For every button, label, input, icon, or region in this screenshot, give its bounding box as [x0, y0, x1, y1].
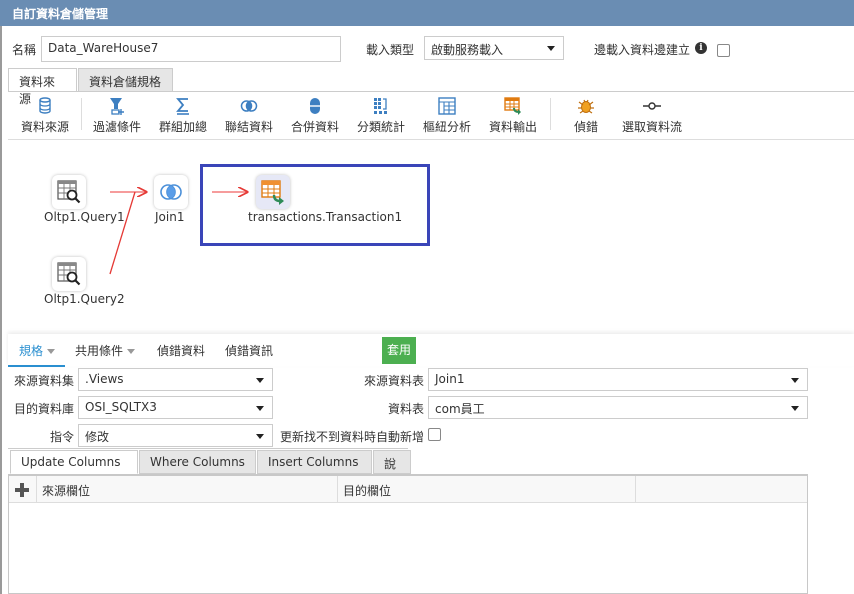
active-tab-indicator	[8, 365, 65, 367]
edge-query2-join	[109, 191, 136, 275]
columns-grid: 來源欄位 目的欄位	[8, 474, 808, 594]
tab-spec[interactable]: 規格	[19, 342, 56, 359]
tab-insert-columns[interactable]: Insert Columns	[257, 450, 372, 474]
spec-tabs: 規格 共用條件 偵錯資料 偵錯資訊	[8, 334, 854, 366]
caret-down-icon	[127, 349, 136, 354]
node-label-query2: Oltp1.Query2	[44, 292, 125, 306]
target-db-label: 目的資料庫	[13, 402, 74, 416]
chevron-down-icon	[256, 378, 264, 383]
target-db-select[interactable]: OSI_SQLTX3	[78, 396, 273, 419]
node-transaction1[interactable]	[256, 175, 290, 209]
tab-shared-conditions[interactable]: 共用條件	[75, 342, 136, 359]
column-header-source: 來源欄位	[37, 476, 338, 503]
add-row-button[interactable]	[9, 476, 37, 503]
column-header-extra	[636, 476, 807, 503]
source-dataset-label: 來源資料集	[13, 374, 74, 388]
tab-where-columns[interactable]: Where Columns	[139, 450, 256, 474]
auto-insert-label: 更新找不到資料時自動新增	[279, 430, 424, 444]
table-export-icon	[261, 180, 284, 205]
command-label: 指令	[49, 430, 74, 444]
command-select[interactable]: 修改	[78, 424, 273, 447]
auto-insert-checkbox[interactable]	[428, 428, 441, 441]
source-dataset-select[interactable]: .Views	[78, 368, 273, 391]
query-table-icon	[57, 262, 81, 286]
table-label: 資料表	[387, 402, 424, 416]
source-dataset-value: .Views	[85, 372, 124, 386]
target-db-value: OSI_SQLTX3	[85, 400, 157, 414]
chevron-down-icon	[256, 406, 264, 411]
tab-description[interactable]: 說明	[373, 450, 411, 488]
tab-shared-label: 共用條件	[75, 344, 124, 358]
chevron-down-icon	[791, 406, 799, 411]
tab-debug-data[interactable]: 偵錯資料	[157, 342, 205, 359]
apply-button[interactable]: 套用	[382, 337, 416, 364]
chevron-down-icon	[256, 434, 264, 439]
source-table-label: 來源資料表	[363, 374, 424, 388]
node-query2[interactable]	[52, 257, 86, 291]
node-label-join1: Join1	[155, 210, 185, 224]
node-label-transaction1: transactions.Transaction1	[248, 210, 403, 224]
source-table-value: Join1	[435, 372, 465, 386]
column-header-target: 目的欄位	[338, 476, 636, 503]
form-divider	[8, 448, 408, 449]
command-value: 修改	[85, 430, 110, 444]
caret-down-icon	[47, 349, 56, 354]
source-table-select[interactable]: Join1	[428, 368, 808, 391]
node-join1[interactable]	[154, 175, 188, 209]
table-value: com員工	[435, 402, 485, 416]
tab-spec-label: 規格	[19, 344, 44, 358]
query-table-icon	[57, 180, 81, 204]
node-query1[interactable]	[52, 175, 86, 209]
tab-update-columns[interactable]: Update Columns	[10, 450, 138, 474]
tab-debug-info[interactable]: 偵錯資訊	[225, 342, 273, 359]
node-label-query1: Oltp1.Query1	[44, 210, 125, 224]
node-selection-box	[200, 164, 430, 246]
plus-icon	[15, 483, 29, 497]
join-icon	[160, 184, 182, 200]
chevron-down-icon	[791, 378, 799, 383]
grid-header: 來源欄位 目的欄位	[9, 476, 807, 503]
table-select[interactable]: com員工	[428, 396, 808, 419]
